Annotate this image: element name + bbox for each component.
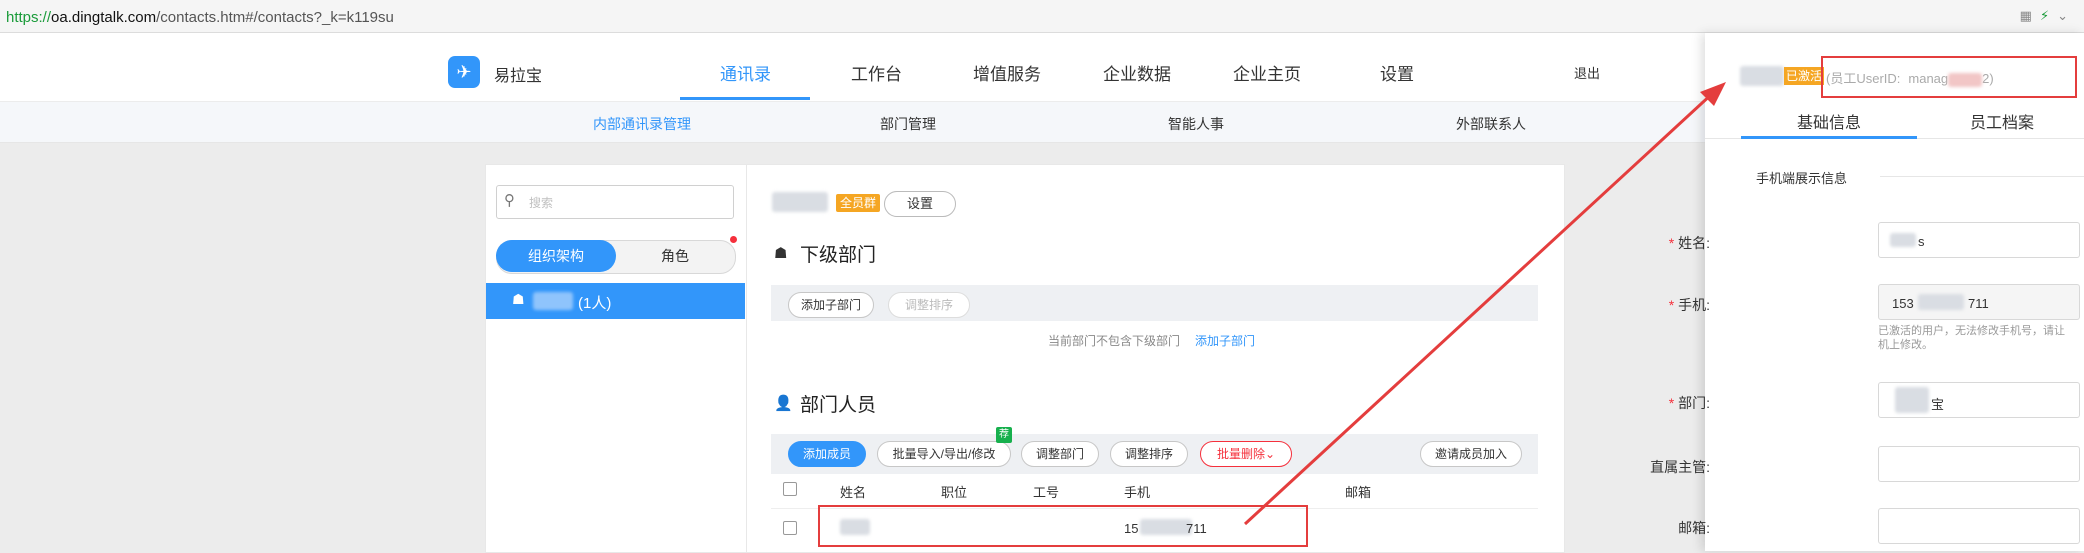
- annotation-arrow: [1243, 82, 1726, 526]
